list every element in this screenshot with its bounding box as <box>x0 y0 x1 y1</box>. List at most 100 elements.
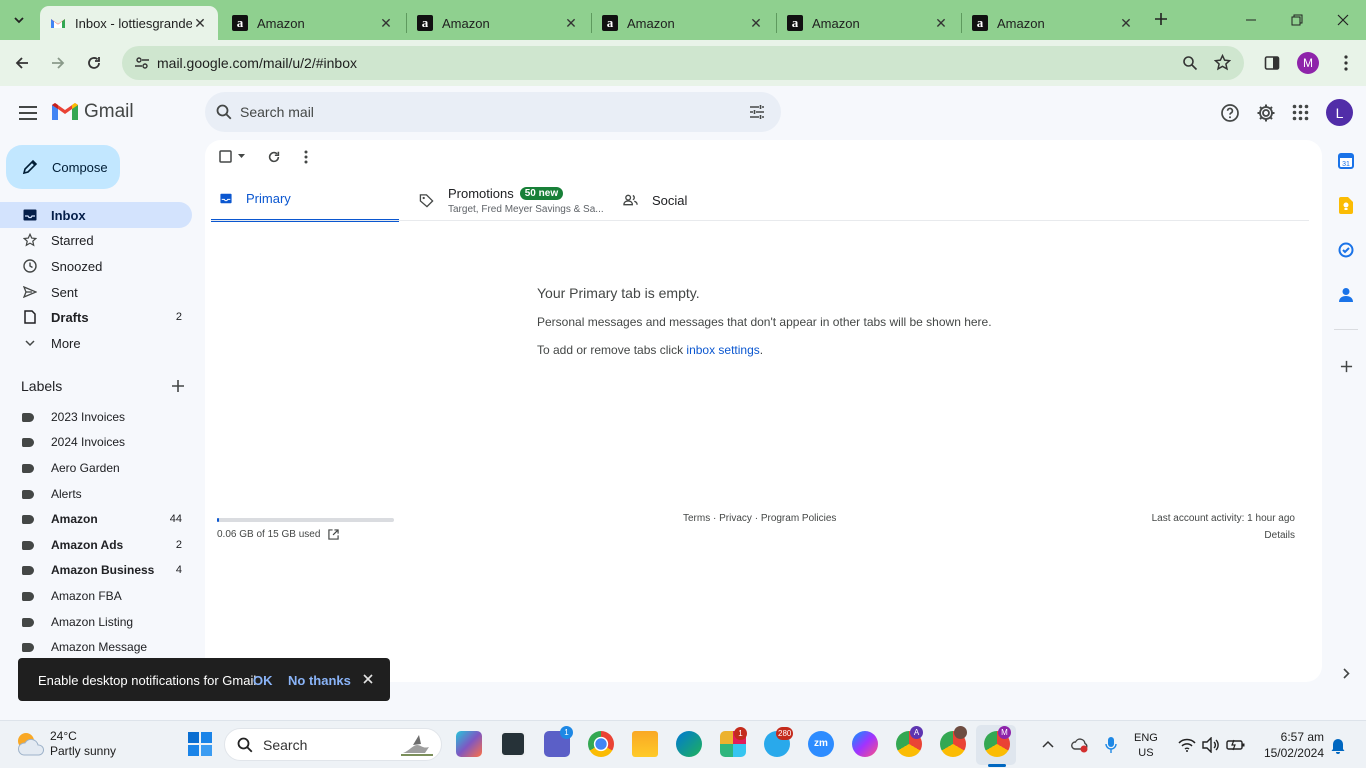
terms-link[interactable]: Terms <box>683 513 710 524</box>
close-tab-icon[interactable]: ✕ <box>563 15 579 31</box>
contacts-button[interactable] <box>1336 284 1356 304</box>
tab-primary[interactable]: Primary <box>211 178 399 222</box>
chrome-profile-app[interactable] <box>940 726 967 757</box>
label-item[interactable]: Aero Garden <box>0 455 192 481</box>
google-apps-button[interactable] <box>1292 104 1309 121</box>
microphone-icon[interactable] <box>1105 736 1117 754</box>
language-indicator[interactable]: ENG US <box>1134 731 1158 761</box>
terminal-app[interactable] <box>500 731 526 757</box>
account-avatar[interactable]: L <box>1326 99 1353 126</box>
battery-icon[interactable] <box>1226 738 1246 752</box>
browser-tab-amazon[interactable]: a Amazon ✕ <box>222 6 404 40</box>
details-link[interactable]: Details <box>1152 530 1295 541</box>
browser-tab-gmail[interactable]: Inbox - lottiesgrande ✕ <box>40 6 218 40</box>
start-button[interactable] <box>188 732 212 756</box>
side-panel-button[interactable] <box>1258 49 1286 77</box>
bookmark-star-icon[interactable] <box>1214 54 1231 71</box>
file-explorer-app[interactable] <box>632 731 658 757</box>
get-addons-button[interactable] <box>1336 356 1356 376</box>
settings-button[interactable] <box>1256 103 1276 123</box>
sidebar-item-more[interactable]: More <box>0 330 192 356</box>
label-item[interactable]: Amazon Listing <box>0 609 192 635</box>
help-button[interactable] <box>1220 103 1240 123</box>
address-bar[interactable]: mail.google.com/mail/u/2/#inbox <box>122 46 1244 80</box>
more-vert-icon[interactable] <box>304 150 308 164</box>
chrome-profile-app[interactable]: A <box>896 726 923 757</box>
back-button[interactable] <box>8 49 36 77</box>
inbox-settings-link[interactable]: inbox settings <box>686 343 759 357</box>
search-icon[interactable] <box>216 104 232 120</box>
telegram-app[interactable]: 280 <box>764 727 794 757</box>
zoom-icon[interactable] <box>1182 55 1198 71</box>
minimize-button[interactable] <box>1228 0 1274 40</box>
gmail-logo[interactable]: Gmail <box>52 101 134 123</box>
browser-tab-amazon[interactable]: a Amazon ✕ <box>592 6 774 40</box>
add-label-icon[interactable] <box>170 378 186 394</box>
restore-button[interactable] <box>1274 0 1320 40</box>
sidebar-item-snoozed[interactable]: Snoozed <box>0 253 192 279</box>
tasks-button[interactable] <box>1336 240 1356 260</box>
slack-app[interactable]: 1 <box>720 727 747 757</box>
tab-search-button[interactable] <box>6 7 32 33</box>
show-side-panel-button[interactable] <box>1336 663 1356 683</box>
close-tab-icon[interactable]: ✕ <box>378 15 394 31</box>
search-input[interactable]: Search mail <box>240 104 314 120</box>
label-item[interactable]: Amazon FBA <box>0 583 192 609</box>
browser-menu-button[interactable] <box>1332 49 1360 77</box>
sidebar-item-starred[interactable]: Starred <box>0 227 192 253</box>
label-item[interactable]: 2023 Invoices <box>0 404 192 430</box>
teams-app[interactable]: 1 <box>544 726 573 757</box>
wifi-icon[interactable] <box>1178 738 1196 752</box>
label-item[interactable]: Amazon Message <box>0 634 192 660</box>
messenger-app[interactable] <box>852 731 878 757</box>
close-window-button[interactable] <box>1320 0 1366 40</box>
browser-tab-amazon[interactable]: a Amazon ✕ <box>962 6 1144 40</box>
close-tab-icon[interactable]: ✕ <box>192 15 208 31</box>
chrome-app[interactable] <box>588 731 614 757</box>
volume-icon[interactable] <box>1202 737 1220 753</box>
search-options-icon[interactable] <box>749 104 765 120</box>
calendar-button[interactable]: 31 <box>1336 151 1356 171</box>
close-tab-icon[interactable]: ✕ <box>1118 15 1134 31</box>
zoom-app[interactable]: zm <box>808 731 834 757</box>
sidebar-item-drafts[interactable]: Drafts 2 <box>0 304 192 330</box>
open-in-new-icon[interactable] <box>328 529 340 540</box>
tab-promotions[interactable]: Promotions 50 new Target, Fred Meyer Sav… <box>419 178 609 222</box>
chrome-profile-app-active[interactable]: M <box>984 726 1011 757</box>
label-item[interactable]: Amazon 44 <box>0 506 192 532</box>
browser-profile-avatar[interactable]: M <box>1297 52 1319 74</box>
close-tab-icon[interactable]: ✕ <box>748 15 764 31</box>
close-icon[interactable] <box>361 672 375 686</box>
weather-widget[interactable]: 24°C Partly sunny <box>14 729 116 759</box>
main-menu-button[interactable] <box>16 101 40 125</box>
browser-tab-amazon[interactable]: a Amazon ✕ <box>777 6 959 40</box>
label-item[interactable]: 2024 Invoices <box>0 429 192 455</box>
keep-button[interactable] <box>1336 195 1356 215</box>
site-info-icon[interactable] <box>134 55 150 71</box>
sidebar-item-sent[interactable]: Sent <box>0 279 192 305</box>
sidebar-item-inbox[interactable]: Inbox <box>0 202 192 228</box>
refresh-icon[interactable] <box>267 150 281 164</box>
notification-bell-icon[interactable] <box>1330 737 1346 754</box>
close-tab-icon[interactable]: ✕ <box>933 15 949 31</box>
taskbar-search[interactable]: Search <box>224 728 442 761</box>
chevron-up-icon[interactable] <box>1042 740 1054 748</box>
select-all-checkbox[interactable] <box>219 150 245 163</box>
copilot-app[interactable] <box>456 731 482 757</box>
edge-app[interactable] <box>676 731 702 757</box>
clock[interactable]: 6:57 am 15/02/2024 <box>1254 729 1324 761</box>
label-item[interactable]: Alerts <box>0 481 192 507</box>
reload-button[interactable] <box>80 49 108 77</box>
program-policies-link[interactable]: Program Policies <box>761 513 837 524</box>
label-item[interactable]: Amazon Ads 2 <box>0 532 192 558</box>
label-item[interactable]: Amazon Business 4 <box>0 557 192 583</box>
compose-button[interactable]: Compose <box>6 145 120 189</box>
snackbar-no-thanks-button[interactable]: No thanks <box>288 673 351 688</box>
browser-tab-amazon[interactable]: a Amazon ✕ <box>407 6 589 40</box>
forward-button[interactable] <box>44 49 72 77</box>
privacy-link[interactable]: Privacy <box>719 513 752 524</box>
cloud-sync-error-icon[interactable] <box>1071 737 1089 753</box>
search-bar[interactable]: Search mail <box>205 92 781 132</box>
new-tab-button[interactable] <box>1150 8 1172 30</box>
tab-social[interactable]: Social <box>623 178 813 222</box>
